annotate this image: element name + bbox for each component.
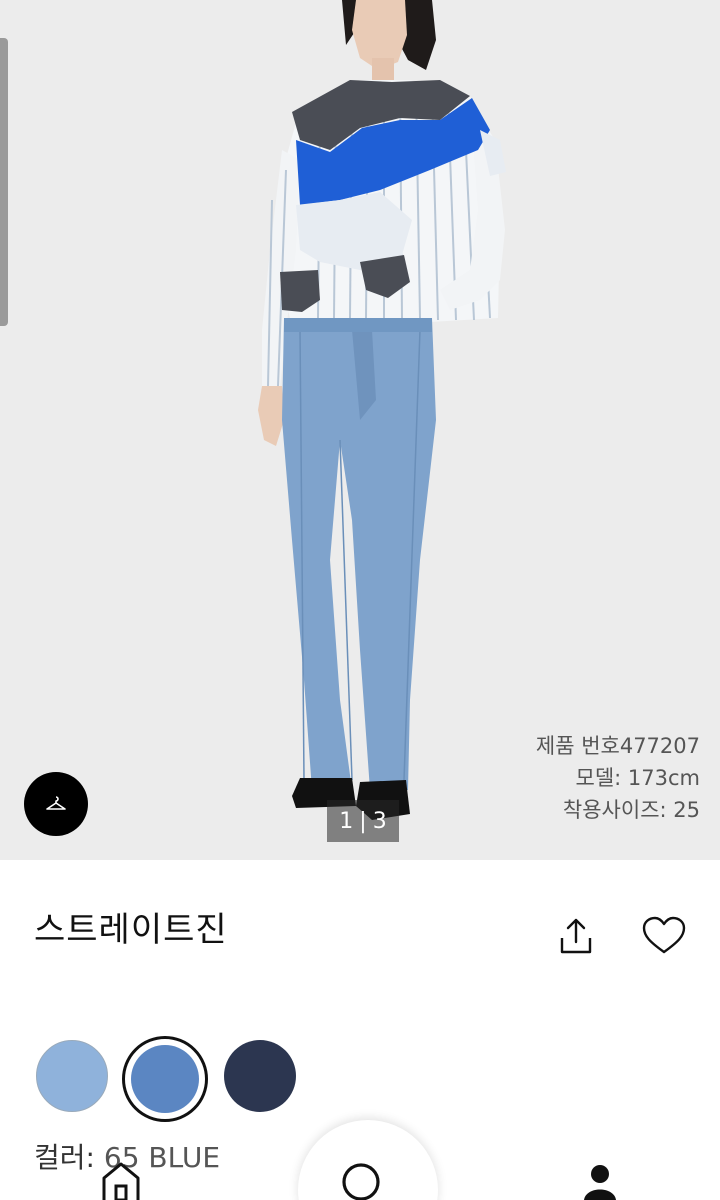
product-detail-page: 제품 번호477207 모델: 173cm 착용사이즈: 25 1 | 3 스트… <box>0 0 720 1200</box>
share-button[interactable] <box>554 914 598 958</box>
scroll-indicator[interactable] <box>0 38 8 326</box>
product-meta: 제품 번호477207 모델: 173cm 착용사이즈: 25 <box>536 730 700 826</box>
product-code: 제품 번호477207 <box>535 734 700 758</box>
pager-divider: | <box>359 808 367 834</box>
pager-total: 3 <box>372 808 387 834</box>
color-label-key: 컬러: <box>34 1141 95 1174</box>
swatch-navy[interactable] <box>222 1038 298 1114</box>
fit-guide-button[interactable] <box>24 772 88 836</box>
account-icon <box>584 1165 616 1200</box>
nav-account-button[interactable] <box>580 1162 620 1200</box>
nav-search-button[interactable] <box>338 1160 388 1200</box>
nav-home-button[interactable] <box>98 1160 144 1200</box>
model-height: 모델: 173cm <box>575 766 700 790</box>
swatch-blue-selected[interactable] <box>122 1036 208 1122</box>
swatch-light-blue[interactable] <box>34 1038 110 1114</box>
wishlist-button[interactable] <box>640 914 688 958</box>
product-title: 스트레이트진 <box>34 910 228 950</box>
share-icon <box>560 918 592 954</box>
search-icon <box>342 1163 380 1200</box>
hanger-icon <box>46 796 66 810</box>
heart-icon <box>642 916 686 954</box>
pager-current: 1 <box>339 808 354 834</box>
model-size: 착용사이즈: 25 <box>562 798 700 822</box>
home-icon <box>102 1162 140 1200</box>
image-pager: 1 | 3 <box>327 800 399 842</box>
product-image-carousel[interactable]: 제품 번호477207 모델: 173cm 착용사이즈: 25 1 | 3 <box>0 0 720 860</box>
